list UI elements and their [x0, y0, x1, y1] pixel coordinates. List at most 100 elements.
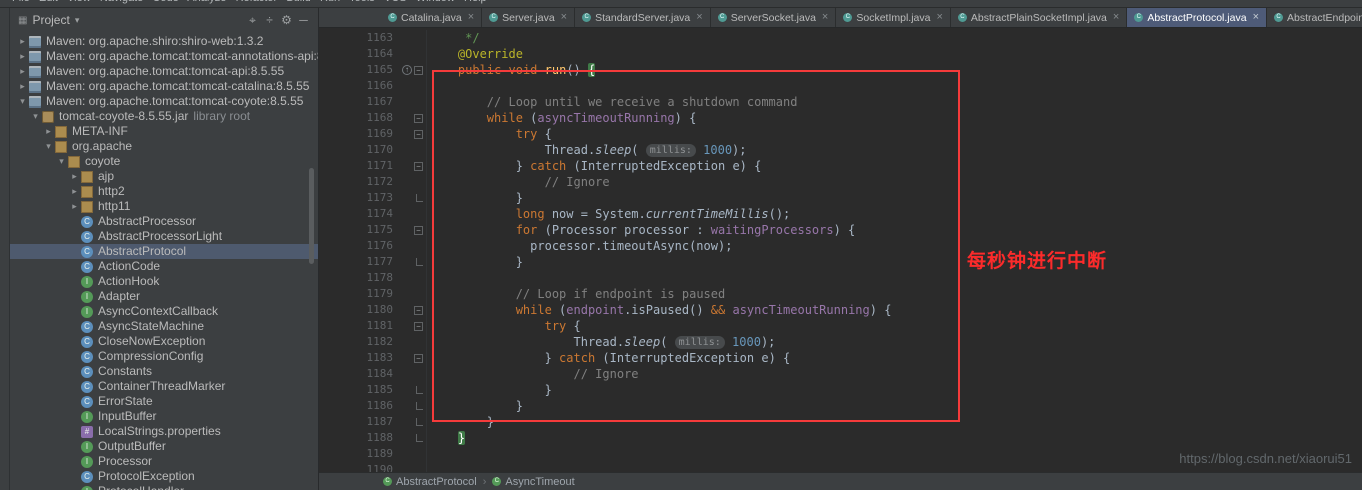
chevron-down-icon[interactable]: ▾: [75, 15, 80, 26]
tree-item-asyncstatemachine[interactable]: CAsyncStateMachine: [10, 319, 318, 334]
tree-item-maven-org-apache-tomcat-tomcat-annotations-api-8-5-55[interactable]: ▸Maven: org.apache.tomcat:tomcat-annotat…: [10, 49, 318, 64]
tree-item-protocolexception[interactable]: CProtocolException: [10, 469, 318, 484]
code-text[interactable]: }: [427, 190, 1362, 206]
close-icon[interactable]: ×: [822, 12, 828, 23]
tree-item-maven-org-apache-tomcat-tomcat-catalina-8-5-55[interactable]: ▸Maven: org.apache.tomcat:tomcat-catalin…: [10, 79, 318, 94]
fold-end-icon[interactable]: [416, 434, 423, 442]
code-text[interactable]: try {: [427, 126, 1362, 142]
hide-panel-icon[interactable]: ─: [295, 13, 312, 28]
tree-item-protocolhandler[interactable]: IProtocolHandler: [10, 484, 318, 490]
tab-server-java[interactable]: CServer.java×: [482, 8, 575, 27]
code-text[interactable]: }: [427, 254, 1362, 270]
tree-item-org-apache[interactable]: ▾org.apache: [10, 139, 318, 154]
chevron-right-icon[interactable]: ▸: [68, 199, 81, 214]
chevron-down-icon[interactable]: ▾: [29, 109, 42, 124]
chevron-right-icon[interactable]: ▸: [16, 79, 29, 94]
code-text[interactable]: // Ignore: [427, 174, 1362, 190]
tab-abstractprotocol-java[interactable]: CAbstractProtocol.java×: [1127, 8, 1267, 27]
fold-start-icon[interactable]: −: [414, 162, 423, 171]
fold-end-icon[interactable]: [416, 194, 423, 202]
tree-item-actioncode[interactable]: CActionCode: [10, 259, 318, 274]
tree-item-ajp[interactable]: ▸ajp: [10, 169, 318, 184]
code-text[interactable]: }: [427, 430, 1362, 446]
fold-end-icon[interactable]: [416, 258, 423, 266]
fold-start-icon[interactable]: −: [414, 322, 423, 331]
code-text[interactable]: for (Processor processor : waitingProces…: [427, 222, 1362, 238]
code-text[interactable]: */: [427, 30, 1362, 46]
tree-item-containerthreadmarker[interactable]: CContainerThreadMarker: [10, 379, 318, 394]
code-text[interactable]: }: [427, 414, 1362, 430]
close-icon[interactable]: ×: [561, 12, 567, 23]
fold-start-icon[interactable]: −: [414, 354, 423, 363]
code-text[interactable]: long now = System.currentTimeMillis();: [427, 206, 1362, 222]
tree-item-maven-org-apache-tomcat-tomcat-api-8-5-55[interactable]: ▸Maven: org.apache.tomcat:tomcat-api:8.5…: [10, 64, 318, 79]
code-text[interactable]: processor.timeoutAsync(now);: [427, 238, 1362, 254]
editor-body[interactable]: 1163 */1164 @Override1165↑− public void …: [319, 28, 1362, 472]
chevron-right-icon[interactable]: ▸: [42, 124, 55, 139]
tree-item-constants[interactable]: CConstants: [10, 364, 318, 379]
fold-start-icon[interactable]: −: [414, 114, 423, 123]
code-text[interactable]: public void run() {: [427, 62, 1362, 78]
tree-item-actionhook[interactable]: IActionHook: [10, 274, 318, 289]
tab-catalina-java[interactable]: CCatalina.java×: [381, 8, 482, 27]
chevron-right-icon[interactable]: ▸: [68, 184, 81, 199]
fold-end-icon[interactable]: [416, 386, 423, 394]
breadcrumb-item-asynctimeout[interactable]: CAsyncTimeout: [492, 476, 574, 488]
project-panel-title[interactable]: Project: [32, 13, 69, 27]
locate-icon[interactable]: ⌖: [244, 13, 261, 28]
override-gutter-icon[interactable]: ↑: [402, 65, 412, 75]
tree-item-meta-inf[interactable]: ▸META-INF: [10, 124, 318, 139]
code-text[interactable]: try {: [427, 318, 1362, 334]
chevron-down-icon[interactable]: ▾: [16, 94, 29, 109]
fold-end-icon[interactable]: [416, 402, 423, 410]
tab-standardserver-java[interactable]: CStandardServer.java×: [575, 8, 711, 27]
chevron-right-icon[interactable]: ▸: [16, 64, 29, 79]
close-icon[interactable]: ×: [1253, 12, 1259, 23]
tree-item-abstractprocessor[interactable]: CAbstractProcessor: [10, 214, 318, 229]
chevron-right-icon[interactable]: ▸: [68, 169, 81, 184]
code-text[interactable]: Thread.sleep( millis: 1000);: [427, 142, 1362, 158]
close-icon[interactable]: ×: [936, 12, 942, 23]
code-text[interactable]: } catch (InterruptedException e) {: [427, 350, 1362, 366]
tree-item-maven-org-apache-tomcat-tomcat-coyote-8-5-55[interactable]: ▾Maven: org.apache.tomcat:tomcat-coyote:…: [10, 94, 318, 109]
code-text[interactable]: // Loop if endpoint is paused: [427, 286, 1362, 302]
tree-item-tomcat-coyote-8-5-55-jar[interactable]: ▾tomcat-coyote-8.5.55.jarlibrary root: [10, 109, 318, 124]
close-icon[interactable]: ×: [468, 12, 474, 23]
collapse-all-icon[interactable]: ÷: [261, 13, 278, 28]
code-text[interactable]: // Ignore: [427, 366, 1362, 382]
fold-end-icon[interactable]: [416, 418, 423, 426]
tree-item-http2[interactable]: ▸http2: [10, 184, 318, 199]
code-text[interactable]: while (asyncTimeoutRunning) {: [427, 110, 1362, 126]
fold-start-icon[interactable]: −: [414, 226, 423, 235]
chevron-right-icon[interactable]: ▸: [16, 34, 29, 49]
code-text[interactable]: Thread.sleep( millis: 1000);: [427, 334, 1362, 350]
tree-item-asynccontextcallback[interactable]: IAsyncContextCallback: [10, 304, 318, 319]
code-text[interactable]: [427, 78, 1362, 94]
tree-item-inputbuffer[interactable]: IInputBuffer: [10, 409, 318, 424]
code-text[interactable]: }: [427, 382, 1362, 398]
code-text[interactable]: [427, 270, 1362, 286]
tab-abstractplainsocketimpl-java[interactable]: CAbstractPlainSocketImpl.java×: [951, 8, 1127, 27]
breadcrumb-item-abstractprotocol[interactable]: CAbstractProtocol: [383, 476, 477, 488]
tree-item-http11[interactable]: ▸http11: [10, 199, 318, 214]
code-text[interactable]: while (endpoint.isPaused() && asyncTimeo…: [427, 302, 1362, 318]
tree-item-outputbuffer[interactable]: IOutputBuffer: [10, 439, 318, 454]
fold-start-icon[interactable]: −: [414, 306, 423, 315]
tree-item-maven-org-apache-shiro-shiro-web-1-3-2[interactable]: ▸Maven: org.apache.shiro:shiro-web:1.3.2: [10, 34, 318, 49]
project-scrollbar-thumb[interactable]: [309, 168, 314, 264]
code-text[interactable]: // Loop until we receive a shutdown comm…: [427, 94, 1362, 110]
close-icon[interactable]: ×: [1113, 12, 1119, 23]
code-text[interactable]: }: [427, 398, 1362, 414]
fold-start-icon[interactable]: −: [414, 130, 423, 139]
code-text[interactable]: @Override: [427, 46, 1362, 62]
tree-item-coyote[interactable]: ▾coyote: [10, 154, 318, 169]
tree-item-abstractprocessorlight[interactable]: CAbstractProcessorLight: [10, 229, 318, 244]
settings-icon[interactable]: ⚙: [278, 13, 295, 28]
chevron-down-icon[interactable]: ▾: [55, 154, 68, 169]
code-text[interactable]: } catch (InterruptedException e) {: [427, 158, 1362, 174]
fold-start-icon[interactable]: −: [414, 66, 423, 75]
tree-item-errorstate[interactable]: CErrorState: [10, 394, 318, 409]
chevron-down-icon[interactable]: ▾: [42, 139, 55, 154]
tree-item-localstrings-properties[interactable]: #LocalStrings.properties: [10, 424, 318, 439]
tree-item-processor[interactable]: IProcessor: [10, 454, 318, 469]
